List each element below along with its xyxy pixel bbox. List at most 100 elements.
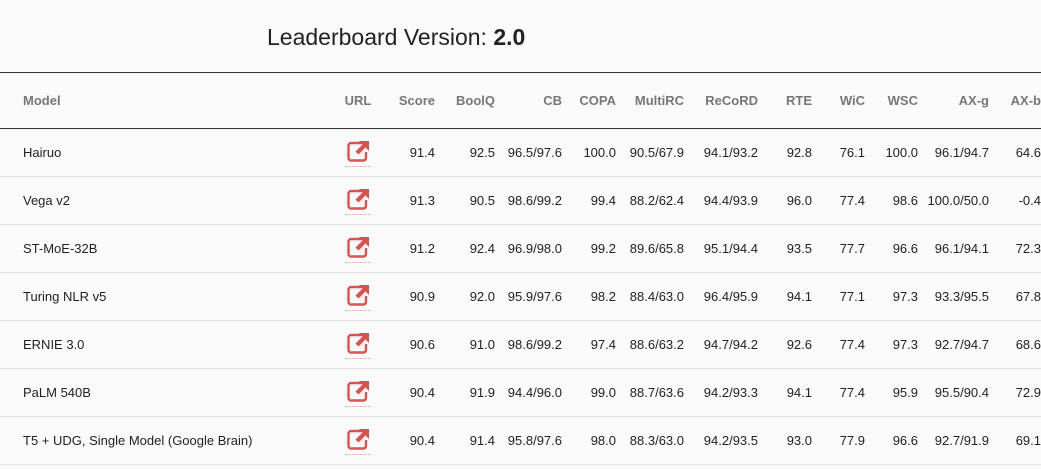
cell-axg: 96.1/94.7 <box>918 128 989 177</box>
cell-axg: 95.5/90.4 <box>918 368 989 417</box>
cell-wsc: 96.6 <box>865 224 918 273</box>
cell-copa: 99.2 <box>562 224 616 273</box>
cell-wic: 77.4 <box>812 176 865 225</box>
cell-wic: 77.7 <box>812 224 865 273</box>
cell-score: 91.3 <box>393 176 435 225</box>
title-prefix: Leaderboard Version: <box>267 24 487 50</box>
url-cell <box>323 368 393 417</box>
cell-wic: 77.1 <box>812 272 865 321</box>
cell-cb: 98.6/99.2 <box>495 176 562 225</box>
cell-rte: 94.1 <box>758 272 812 321</box>
external-link-icon[interactable] <box>345 283 371 311</box>
external-link-icon[interactable] <box>345 427 371 455</box>
version-number: 2.0 <box>493 24 526 50</box>
cell-copa: 99.0 <box>562 368 616 417</box>
cell-copa: 98.0 <box>562 416 616 465</box>
cell-rte: 93.5 <box>758 224 812 273</box>
cell-multirc: 88.3/63.0 <box>616 416 684 465</box>
cell-wic: 77.4 <box>812 320 865 369</box>
url-cell <box>323 320 393 369</box>
cell-score: 91.2 <box>393 224 435 273</box>
col-header-record[interactable]: ReCoRD <box>684 72 758 129</box>
model-name: Turing NLR v5 <box>0 272 323 321</box>
cell-copa: 99.4 <box>562 176 616 225</box>
leaderboard-table: Model URL Score BoolQ CB COPA MultiRC Re… <box>0 72 1041 465</box>
external-link-icon[interactable] <box>345 331 371 359</box>
cell-copa: 98.2 <box>562 272 616 321</box>
table-row: Turing NLR v5 90.9 92.0 95.9/97.6 98.2 88.4/6… <box>0 272 1041 321</box>
col-header-boolq[interactable]: BoolQ <box>435 72 495 129</box>
cell-cb: 94.4/96.0 <box>495 368 562 417</box>
cell-multirc: 89.6/65.8 <box>616 224 684 273</box>
cell-boolq: 92.4 <box>435 224 495 273</box>
cell-axb: -0.4 <box>989 176 1041 225</box>
cell-axg: 92.7/91.9 <box>918 416 989 465</box>
col-header-model[interactable]: Model <box>0 72 323 129</box>
cell-wsc: 98.6 <box>865 176 918 225</box>
cell-multirc: 88.7/63.6 <box>616 368 684 417</box>
cell-boolq: 92.5 <box>435 128 495 177</box>
model-name: ERNIE 3.0 <box>0 320 323 369</box>
url-cell <box>323 176 393 225</box>
cell-record: 94.4/93.9 <box>684 176 758 225</box>
external-link-icon[interactable] <box>345 139 371 167</box>
model-name: Hairuo <box>0 128 323 177</box>
col-header-rte[interactable]: RTE <box>758 72 812 129</box>
cell-record: 94.2/93.5 <box>684 416 758 465</box>
cell-record: 94.2/93.3 <box>684 368 758 417</box>
col-header-axb[interactable]: AX-b <box>989 72 1041 129</box>
table-row: Vega v2 91.3 90.5 98.6/99.2 99.4 88.2/62.4 94.… <box>0 176 1041 225</box>
cell-axg: 100.0/50.0 <box>918 176 989 225</box>
table-row: PaLM 540B 90.4 91.9 94.4/96.0 99.0 88.7/63.6 9… <box>0 368 1041 417</box>
cell-wic: 77.9 <box>812 416 865 465</box>
cell-axb: 72.3 <box>989 224 1041 273</box>
cell-axb: 69.1 <box>989 416 1041 465</box>
url-cell <box>323 272 393 321</box>
table-row: T5 + UDG, Single Model (Google Brain) 90.… <box>0 416 1041 465</box>
cell-wsc: 95.9 <box>865 368 918 417</box>
cell-score: 90.6 <box>393 320 435 369</box>
cell-score: 90.4 <box>393 368 435 417</box>
col-header-axg[interactable]: AX-g <box>918 72 989 129</box>
col-header-score[interactable]: Score <box>393 72 435 129</box>
col-header-multirc[interactable]: MultiRC <box>616 72 684 129</box>
cell-cb: 98.6/99.2 <box>495 320 562 369</box>
cell-wsc: 100.0 <box>865 128 918 177</box>
model-name: T5 + UDG, Single Model (Google Brain) <box>0 416 323 465</box>
external-link-icon[interactable] <box>345 379 371 407</box>
url-cell <box>323 224 393 273</box>
cell-wsc: 97.3 <box>865 272 918 321</box>
cell-axg: 93.3/95.5 <box>918 272 989 321</box>
cell-wic: 76.1 <box>812 128 865 177</box>
col-header-wic[interactable]: WiC <box>812 72 865 129</box>
table-row: ERNIE 3.0 90.6 91.0 98.6/99.2 97.4 88.6/63.2 9… <box>0 320 1041 369</box>
cell-record: 95.1/94.4 <box>684 224 758 273</box>
cell-cb: 96.9/98.0 <box>495 224 562 273</box>
cell-record: 96.4/95.9 <box>684 272 758 321</box>
url-cell <box>323 416 393 465</box>
cell-multirc: 88.2/62.4 <box>616 176 684 225</box>
cell-multirc: 90.5/67.9 <box>616 128 684 177</box>
col-header-cb[interactable]: CB <box>495 72 562 129</box>
col-header-copa[interactable]: COPA <box>562 72 616 129</box>
cell-wsc: 97.3 <box>865 320 918 369</box>
cell-multirc: 88.4/63.0 <box>616 272 684 321</box>
cell-axb: 64.6 <box>989 128 1041 177</box>
external-link-icon[interactable] <box>345 235 371 263</box>
cell-copa: 100.0 <box>562 128 616 177</box>
col-header-wsc[interactable]: WSC <box>865 72 918 129</box>
cell-rte: 96.0 <box>758 176 812 225</box>
cell-wsc: 96.6 <box>865 416 918 465</box>
cell-cb: 95.9/97.6 <box>495 272 562 321</box>
cell-copa: 97.4 <box>562 320 616 369</box>
cell-axb: 67.8 <box>989 272 1041 321</box>
external-link-icon[interactable] <box>345 187 371 215</box>
cell-rte: 92.8 <box>758 128 812 177</box>
table-header-row: Model URL Score BoolQ CB COPA MultiRC Re… <box>0 72 1041 129</box>
cell-rte: 92.6 <box>758 320 812 369</box>
cell-cb: 96.5/97.6 <box>495 128 562 177</box>
cell-cb: 95.8/97.6 <box>495 416 562 465</box>
col-header-url[interactable]: URL <box>323 72 393 129</box>
table-row: ST-MoE-32B 91.2 92.4 96.9/98.0 99.2 89.6/65.8… <box>0 224 1041 273</box>
model-name: PaLM 540B <box>0 368 323 417</box>
